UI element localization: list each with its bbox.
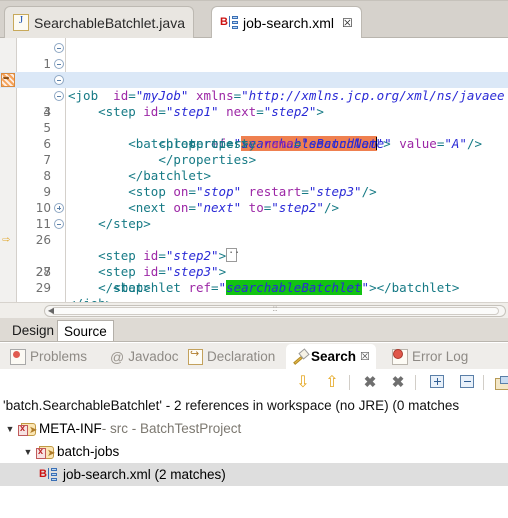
arrow-down-icon: ⇩: [296, 374, 310, 391]
code-line[interactable]: 8 <stop on="stop" restart="step3"/>: [0, 152, 508, 199]
code-line[interactable]: 11 <step id="step2">: [0, 200, 508, 263]
tree-row-label: job-search.xml (2 matches): [63, 467, 226, 482]
search-icon: [292, 350, 307, 364]
editor-tab-label: job-search.xml: [243, 14, 335, 31]
show-previous-match-button[interactable]: ⇧: [322, 373, 342, 392]
tree-row-label: batch-jobs: [57, 444, 120, 459]
java-file-icon: [13, 14, 29, 31]
tree-row-suffix: - src - BatchTestProject: [101, 421, 242, 436]
javadoc-at-icon: @: [110, 348, 125, 365]
code-line[interactable]: 6 </properties>: [0, 120, 508, 167]
tab-declaration[interactable]: Declaration: [182, 344, 281, 369]
toolbar-separator: [415, 375, 416, 390]
code-line[interactable]: 10 </step>: [0, 184, 508, 231]
batch-xml-file-icon: B: [39, 467, 57, 483]
toolbar-separator: [483, 375, 484, 390]
arrow-up-icon: ⇧: [325, 374, 339, 391]
view-tab-label: Error Log: [412, 349, 469, 364]
close-icon[interactable]: ☒: [360, 350, 370, 363]
batch-icon-letter: B: [39, 467, 47, 480]
batch-xml-file-icon: B: [220, 15, 238, 31]
fold-expand-icon[interactable]: [54, 203, 64, 213]
scrollbar-thumb[interactable]: [51, 307, 499, 315]
view-tab-bar: Problems @ Javadoc Declaration Search ☒ …: [0, 343, 508, 369]
error-log-icon: [392, 348, 408, 365]
x-broom-icon: ✖: [391, 374, 405, 391]
close-icon[interactable]: ☒: [342, 17, 353, 29]
problems-icon: [10, 348, 26, 365]
code-text: </step>: [98, 280, 151, 295]
editor-tab-job-search-xml[interactable]: B job-search.xml ☒: [211, 6, 362, 38]
tab-javadoc[interactable]: @ Javadoc: [104, 344, 185, 369]
twisty-expanded-icon[interactable]: ▼: [2, 424, 18, 434]
view-menu-button[interactable]: [492, 373, 508, 392]
source-folder-icon: ➤: [36, 445, 55, 459]
code-line[interactable]: 28 </step>: [0, 248, 508, 295]
code-line-current[interactable]: 3 <batchlet ref="searchableBatchlet">: [0, 71, 508, 151]
code-line[interactable]: 9 <next on="next" to="step2"/>: [0, 168, 508, 215]
tab-design[interactable]: Design: [6, 320, 60, 341]
tab-search[interactable]: Search ☒: [286, 344, 376, 369]
tree-row-job-search-xml[interactable]: B job-search.xml (2 matches): [0, 463, 508, 486]
declaration-icon: [188, 347, 203, 365]
code-line[interactable]: 26 <step id="step3">: [0, 216, 508, 279]
expand-all-icon: [430, 375, 444, 388]
view-tab-label: Search: [311, 349, 357, 364]
tree-row-batch-jobs[interactable]: ▼ ➤ batch-jobs: [0, 440, 508, 463]
code-line[interactable]: 29 </job>: [0, 264, 508, 302]
tab-source[interactable]: Source: [57, 320, 114, 341]
code-line[interactable]: 7 </batchlet>: [0, 136, 508, 183]
fold-toggle-icon[interactable]: [54, 43, 64, 53]
editor-tab-label: SearchableBatchlet.java: [34, 14, 185, 31]
source-folder-icon: ➤: [18, 422, 37, 436]
line-number: 29: [35, 281, 51, 295]
fold-toggle-icon[interactable]: [54, 59, 64, 69]
x-icon: ✖: [363, 374, 377, 391]
bottom-view-stack: Problems @ Javadoc Declaration Search ☒ …: [0, 343, 508, 518]
show-next-match-button[interactable]: ⇩: [293, 373, 313, 392]
tree-row-meta-inf[interactable]: ▼ ➤ META-INF - src - BatchTestProject: [0, 417, 508, 440]
editor-horizontal-scrollbar[interactable]: ◀: [0, 302, 508, 318]
scroll-left-icon[interactable]: ◀: [44, 305, 58, 317]
editor-page-tabs: Design Source: [0, 318, 508, 342]
fold-toggle-icon[interactable]: [54, 91, 64, 101]
code-line[interactable]: ⇨ 27 <batchlet ref="searchableBatchlet">…: [0, 232, 508, 295]
tab-strip-top-edge: [0, 0, 508, 4]
editor-tab-searchablebatchlet-java[interactable]: SearchableBatchlet.java: [4, 6, 194, 38]
code-line[interactable]: 4 <properties>: [0, 88, 508, 151]
twisty-expanded-icon[interactable]: ▼: [20, 447, 36, 457]
expand-all-button[interactable]: [427, 373, 447, 392]
fold-toggle-icon[interactable]: [54, 75, 64, 85]
scrollbar-track[interactable]: [44, 305, 506, 317]
search-result-tree[interactable]: ▼ ➤ META-INF - src - BatchTestProject ▼ …: [0, 417, 508, 518]
search-match-arrow-icon: ⇨: [2, 232, 10, 247]
xml-tree-glyph: [48, 467, 57, 482]
collapse-all-button[interactable]: [457, 373, 477, 392]
view-tab-label: Javadoc: [128, 349, 179, 364]
code-lines: 1 <job id="myJob" xmlns="http://xmlns.jc…: [0, 40, 508, 302]
view-tab-label: Problems: [30, 349, 88, 364]
view-tab-label: Declaration: [207, 349, 276, 364]
bookmark-marker-icon[interactable]: [1, 71, 15, 87]
fold-toggle-icon[interactable]: [54, 219, 64, 229]
remove-selected-matches-button[interactable]: ✖: [360, 373, 380, 392]
view-menu-icon: [494, 376, 508, 390]
eclipse-ide-window: SearchableBatchlet.java B job-search.xml…: [0, 0, 508, 518]
search-view-toolbar: ⇩ ⇧ ✖ ✖: [0, 369, 508, 395]
tab-problems[interactable]: Problems: [4, 344, 93, 369]
code-line[interactable]: 5 <property name="secondName" value="A"/…: [0, 104, 508, 151]
remove-all-matches-button[interactable]: ✖: [388, 373, 408, 392]
tree-row-label: META-INF: [39, 421, 102, 436]
xml-source-editor[interactable]: 1 <job id="myJob" xmlns="http://xmlns.jc…: [0, 38, 508, 302]
batch-icon-letter: B: [220, 15, 228, 28]
toolbar-separator: [349, 375, 350, 390]
editor-tab-strip: SearchableBatchlet.java B job-search.xml…: [0, 0, 508, 38]
search-match-highlight: searchableBatchlet: [226, 280, 362, 295]
collapse-all-icon: [460, 375, 474, 388]
tab-error-log[interactable]: Error Log: [386, 344, 474, 369]
xml-tree-glyph: [229, 15, 238, 30]
search-result-summary: 'batch.SearchableBatchlet' - 2 reference…: [0, 395, 508, 417]
code-line[interactable]: 2 <step id="step1" next="step2">: [0, 56, 508, 119]
code-line[interactable]: 1 <job id="myJob" xmlns="http://xmlns.jc…: [0, 40, 508, 103]
